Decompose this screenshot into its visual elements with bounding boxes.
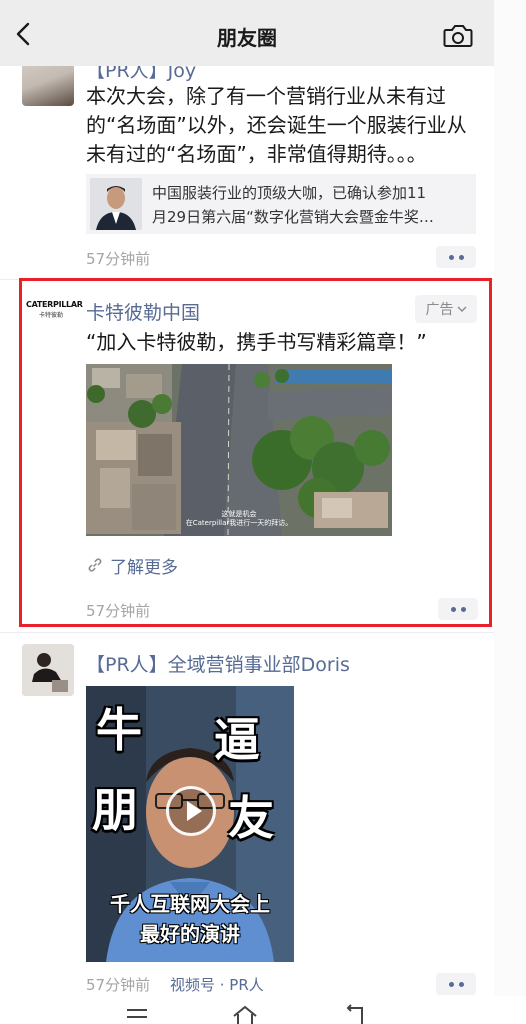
- chevron-down-icon: [457, 306, 466, 312]
- video-overlay-char: 友: [228, 791, 274, 845]
- logo-subtitle: 卡特彼勒: [38, 312, 63, 319]
- channels-video[interactable]: 牛 逼 朋 友 千人互联网大会上 最好的演讲: [86, 686, 294, 962]
- right-edge-strip: [494, 0, 526, 1024]
- person-photo-icon: [22, 644, 74, 696]
- shared-link-title-line1: 中国服装行业的顶级大咖，已确认参加11: [152, 184, 427, 202]
- ad-label-text: 广告: [425, 302, 454, 318]
- video-overlay-char: 朋: [92, 783, 138, 837]
- dot-icon: [460, 606, 466, 612]
- post-time: 57分钟前: [86, 976, 151, 994]
- dot-icon: [458, 254, 464, 260]
- dot-icon: [450, 606, 456, 612]
- ad-video[interactable]: 这就是机会 在Caterpillar我进行一天的拜访。: [86, 364, 392, 536]
- advertiser-logo[interactable]: CATERPILLAR 卡特彼勒: [26, 300, 83, 330]
- home-button[interactable]: [230, 1004, 260, 1024]
- divider: [0, 632, 494, 633]
- like-comment-button[interactable]: [436, 246, 476, 268]
- dot-icon: [448, 254, 454, 260]
- person-photo-icon: [90, 178, 142, 230]
- shared-link-text: 中国服装行业的顶级大咖，已确认参加11 月29日第六届“数字化营销大会暨金牛奖…: [152, 181, 470, 229]
- video-caption-line1: 千人互联网大会上: [110, 892, 270, 916]
- link-icon: [88, 558, 102, 572]
- divider: [0, 279, 494, 280]
- ad-text: “加入卡特彼勒，携手书写精彩篇章！”: [86, 330, 427, 354]
- like-comment-button[interactable]: [436, 973, 476, 995]
- play-icon[interactable]: [166, 786, 216, 836]
- video-overlay-char: 逼: [214, 713, 260, 767]
- home-icon: [233, 1005, 257, 1024]
- avatar[interactable]: [22, 644, 74, 696]
- shared-link-card[interactable]: 中国服装行业的顶级大咖，已确认参加11 月29日第六届“数字化营销大会暨金牛奖…: [86, 174, 476, 234]
- learn-more-text: 了解更多: [110, 557, 178, 578]
- menu-button[interactable]: [122, 1004, 152, 1024]
- return-icon: [346, 1004, 363, 1024]
- post-time: 57分钟前: [86, 602, 151, 620]
- top-bar: 朋友圈: [0, 0, 494, 66]
- shared-link-thumbnail: [90, 178, 142, 230]
- dot-icon: [448, 981, 454, 987]
- system-nav-bar: [0, 996, 526, 1024]
- menu-icon: [127, 1009, 147, 1018]
- like-comment-button[interactable]: [438, 598, 478, 620]
- post-nickname[interactable]: 【PR人】全域营销事业部Doris: [86, 650, 350, 677]
- shared-link-title-line2: 月29日第六届“数字化营销大会暨金牛奖…: [152, 208, 434, 226]
- video-caption-line2: 最好的演讲: [140, 922, 240, 946]
- post-time: 57分钟前: [86, 250, 151, 268]
- channel-link[interactable]: 视频号 · PR人: [170, 974, 264, 995]
- moments-page: 朋友圈 【PR人】Joy 本次大会，除了有一个营销行业从未有过的“名场面”以外，…: [0, 0, 526, 1024]
- logo-wordmark: CATERPILLAR: [26, 300, 83, 309]
- video-overlay-char: 牛: [96, 703, 142, 757]
- camera-icon: [443, 25, 473, 47]
- ad-video-caption-line1: 这就是机会: [221, 510, 257, 518]
- ad-label-button[interactable]: 广告: [415, 295, 477, 323]
- ad-video-caption: 这就是机会 在Caterpillar我进行一天的拜访。: [86, 510, 392, 528]
- page-title: 朋友圈: [217, 26, 277, 50]
- return-button[interactable]: [340, 1004, 370, 1024]
- dot-icon: [458, 981, 464, 987]
- post-text: 本次大会，除了有一个营销行业从未有过的“名场面”以外，还会诞生一个服装行业从未有…: [86, 84, 467, 166]
- ad-video-caption-line2: 在Caterpillar我进行一天的拜访。: [185, 519, 293, 527]
- learn-more-link[interactable]: 了解更多: [86, 553, 178, 578]
- camera-button[interactable]: [441, 20, 475, 52]
- advertiser-name[interactable]: 卡特彼勒中国: [86, 298, 200, 325]
